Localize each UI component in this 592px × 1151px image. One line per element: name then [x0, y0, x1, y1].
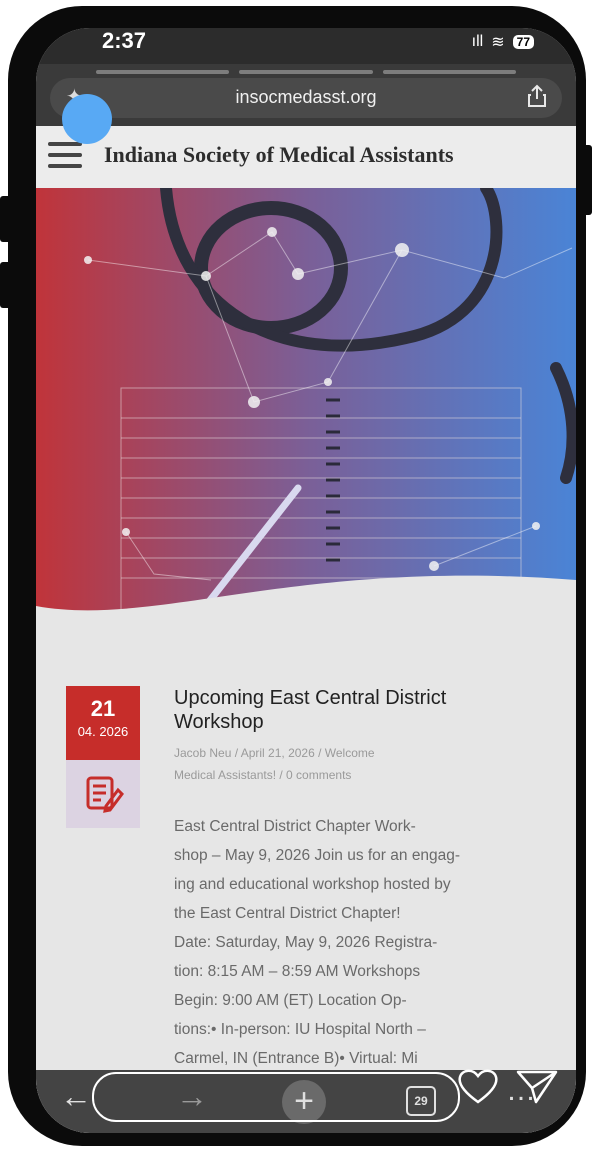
status-indicators: ıll ≋ 77 — [472, 32, 534, 52]
excerpt-line: shop – May 9, 2026 Join us for an engag- — [174, 847, 461, 864]
annotation-highlight-pill — [92, 1072, 460, 1122]
site-title[interactable]: Indiana Society of Medical Assistants — [104, 142, 454, 168]
post-date-month-year: 04. 2026 — [77, 724, 129, 739]
excerpt-line: the East Central District Chapter! — [174, 905, 401, 922]
phone-frame: 2:37 ıll ≋ 77 ✦ insocmedasst.org Indiana… — [8, 6, 586, 1146]
post-date-day: 21 — [90, 696, 116, 721]
back-arrow-icon[interactable]: ← — [60, 1078, 92, 1115]
site-header: Indiana Society of Medical Assistants — [36, 126, 576, 188]
post-section: 21 04. 2026 Upcoming East Central Distri… — [36, 628, 576, 1133]
post-title[interactable]: Upcoming East Central District Workshop — [174, 686, 504, 734]
signal-icon: ıll — [471, 33, 484, 50]
status-bar: 2:37 ıll ≋ 77 — [36, 28, 576, 64]
browser-top-bar: ✦ insocmedasst.org — [36, 64, 576, 126]
post-date-badge: 21 04. 2026 — [66, 686, 140, 760]
hero-image — [36, 188, 576, 628]
url-text[interactable]: insocmedasst.org — [50, 87, 562, 108]
excerpt-line: East Central District Chapter Work- — [174, 818, 416, 835]
phone-screen: 2:37 ıll ≋ 77 ✦ insocmedasst.org Indiana… — [36, 28, 576, 1133]
post-meta: Jacob Neu / April 21, 2026 / Welcome Med… — [174, 742, 514, 786]
excerpt-line: tion: 8:15 AM – 8:59 AM Workshops — [174, 963, 421, 980]
address-bar[interactable]: ✦ insocmedasst.org — [50, 78, 562, 118]
heart-icon[interactable] — [456, 1066, 500, 1106]
page-load-progress — [96, 70, 516, 74]
battery-icon: 77 — [512, 35, 534, 49]
excerpt-line: tions:• In-person: IU Hospital North – — [174, 1021, 426, 1038]
post-meta-line[interactable]: Jacob Neu / April 21, 2026 / Welcome — [174, 742, 514, 764]
menu-icon[interactable] — [48, 142, 82, 172]
send-icon[interactable] — [516, 1068, 558, 1104]
status-time: 2:37 — [102, 28, 147, 53]
share-icon[interactable] — [526, 84, 548, 108]
post-format-badge — [66, 760, 140, 828]
edit-note-icon — [86, 776, 124, 813]
excerpt-line: Begin: 9:00 AM (ET) Location Op- — [174, 992, 407, 1009]
excerpt-line: Date: Saturday, May 9, 2026 Registra- — [174, 934, 438, 951]
wifi-icon: ≋ — [491, 34, 505, 51]
post-meta-line[interactable]: Medical Assistants! / 0 comments — [174, 764, 514, 786]
post-excerpt: East Central District Chapter Work- shop… — [174, 812, 514, 1073]
excerpt-line: ing and educational workshop hosted by — [174, 876, 451, 893]
touch-indicator-dot — [62, 94, 112, 144]
